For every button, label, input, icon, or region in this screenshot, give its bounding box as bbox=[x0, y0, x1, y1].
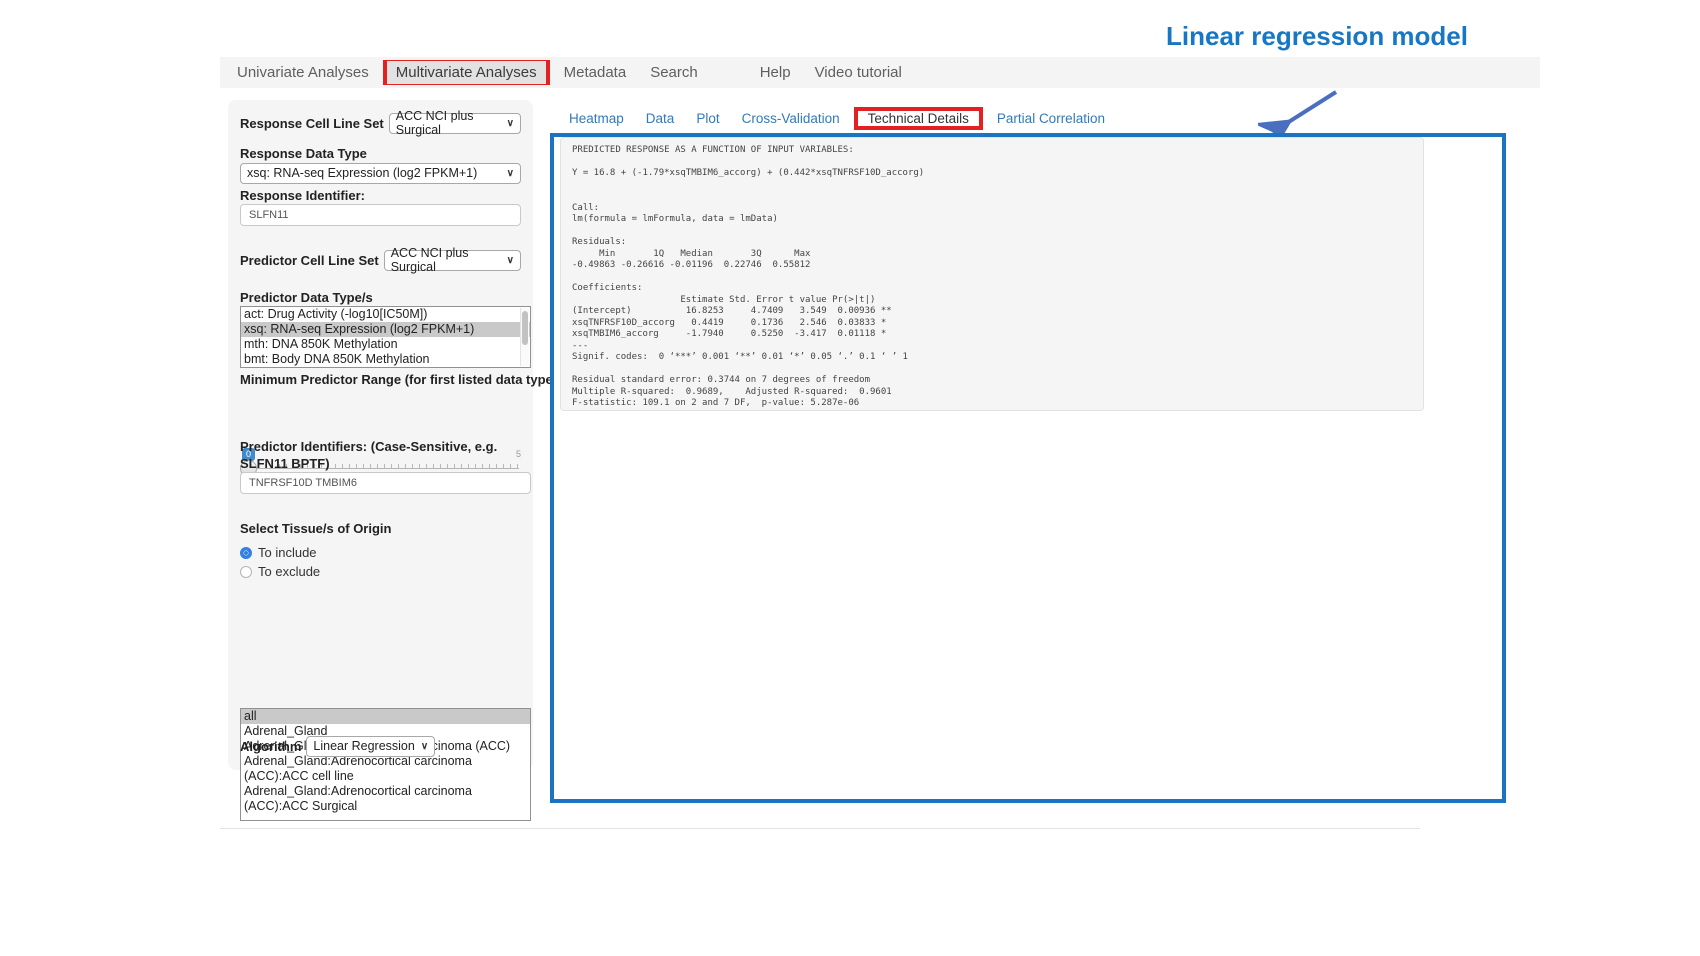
nav-item-search[interactable]: Search bbox=[638, 64, 710, 81]
nav-item-help[interactable]: Help bbox=[748, 64, 803, 81]
list-item[interactable]: bmt: Body DNA 850K Methylation bbox=[241, 352, 530, 367]
predictor-data-types-label: Predictor Data Type/s bbox=[240, 290, 373, 305]
red-highlight-multivariate: Multivariate Analyses bbox=[383, 60, 550, 85]
algorithm-label: Algorithm bbox=[240, 739, 301, 754]
annotation-line1: Linear regression model bbox=[1166, 18, 1626, 54]
chevron-down-icon: ∨ bbox=[507, 168, 514, 179]
nav-item-multivariate-analyses[interactable]: Multivariate Analyses bbox=[387, 61, 546, 84]
technical-details-output-box: PREDICTED RESPONSE AS A FUNCTION OF INPU… bbox=[560, 137, 1424, 411]
annotation-arrow-icon bbox=[1258, 86, 1348, 138]
red-highlight-technical-details: Technical Details bbox=[854, 107, 983, 130]
nav-item-video-tutorial[interactable]: Video tutorial bbox=[803, 64, 914, 81]
tab-partial-correlation[interactable]: Partial Correlation bbox=[986, 106, 1116, 131]
top-nav-bar: Univariate Analyses Multivariate Analyse… bbox=[220, 57, 1540, 88]
nav-item-univariate-analyses[interactable]: Univariate Analyses bbox=[220, 64, 381, 81]
radio-selected-icon bbox=[240, 547, 252, 559]
radio-unselected-icon bbox=[240, 566, 252, 578]
nav-item-metadata[interactable]: Metadata bbox=[552, 64, 639, 81]
list-item-selected[interactable]: all bbox=[241, 709, 530, 724]
predictor-identifiers-input[interactable] bbox=[240, 472, 531, 494]
min-predictor-range-label: Minimum Predictor Range (for first liste… bbox=[240, 372, 561, 387]
chevron-down-icon: ∨ bbox=[507, 118, 514, 129]
technical-details-output: PREDICTED RESPONSE AS A FUNCTION OF INPU… bbox=[572, 145, 1412, 410]
tissue-origin-label: Select Tissue/s of Origin bbox=[240, 521, 391, 536]
list-item[interactable]: Adrenal_Gland:Adrenocortical carcinoma (… bbox=[241, 784, 530, 814]
predictor-identifiers-label: Predictor Identifiers: (Case-Sensitive, … bbox=[240, 438, 525, 472]
list-item[interactable]: mth: DNA 850K Methylation bbox=[241, 337, 530, 352]
list-item-selected[interactable]: xsq: RNA-seq Expression (log2 FPKM+1) bbox=[241, 322, 530, 337]
tab-data[interactable]: Data bbox=[635, 106, 686, 131]
listbox-scrollbar[interactable] bbox=[520, 308, 529, 366]
tissue-origin-listbox[interactable]: all Adrenal_Gland Adrenal_Gland:Adrenoco… bbox=[240, 708, 531, 821]
response-cell-line-set-select[interactable]: ACC NCI plus Surgical ∨ bbox=[389, 113, 521, 134]
tab-technical-details[interactable]: Technical Details bbox=[858, 108, 979, 129]
predictor-cell-line-set-select[interactable]: ACC NCI plus Surgical ∨ bbox=[384, 250, 521, 271]
response-identifier-input[interactable] bbox=[240, 204, 521, 226]
tab-heatmap[interactable]: Heatmap bbox=[558, 106, 635, 131]
results-tab-bar: Heatmap Data Plot Cross-Validation Techn… bbox=[558, 106, 1116, 131]
response-data-type-label: Response Data Type bbox=[240, 146, 367, 161]
list-item[interactable]: Adrenal_Gland:Adrenocortical carcinoma (… bbox=[241, 754, 530, 784]
tab-plot[interactable]: Plot bbox=[685, 106, 730, 131]
tab-cross-validation[interactable]: Cross-Validation bbox=[731, 106, 851, 131]
predictor-cell-line-set-label: Predictor Cell Line Set bbox=[240, 253, 379, 268]
algorithm-select[interactable]: Linear Regression ∨ bbox=[306, 736, 435, 757]
bottom-divider bbox=[220, 828, 1420, 829]
response-identifier-label: Response Identifier: bbox=[240, 188, 365, 203]
chevron-down-icon: ∨ bbox=[421, 741, 428, 752]
radio-to-include[interactable]: To include bbox=[240, 545, 317, 560]
chevron-down-icon: ∨ bbox=[507, 255, 514, 266]
predictor-data-types-listbox[interactable]: act: Drug Activity (-log10[IC50M]) xsq: … bbox=[240, 306, 531, 368]
list-item[interactable]: act: Drug Activity (-log10[IC50M]) bbox=[241, 307, 530, 322]
response-cell-line-set-label: Response Cell Line Set bbox=[240, 116, 384, 131]
radio-to-exclude[interactable]: To exclude bbox=[240, 564, 320, 579]
response-data-type-select[interactable]: xsq: RNA-seq Expression (log2 FPKM+1) ∨ bbox=[240, 163, 521, 184]
analysis-config-sidebar: Response Cell Line Set ACC NCI plus Surg… bbox=[228, 100, 533, 770]
